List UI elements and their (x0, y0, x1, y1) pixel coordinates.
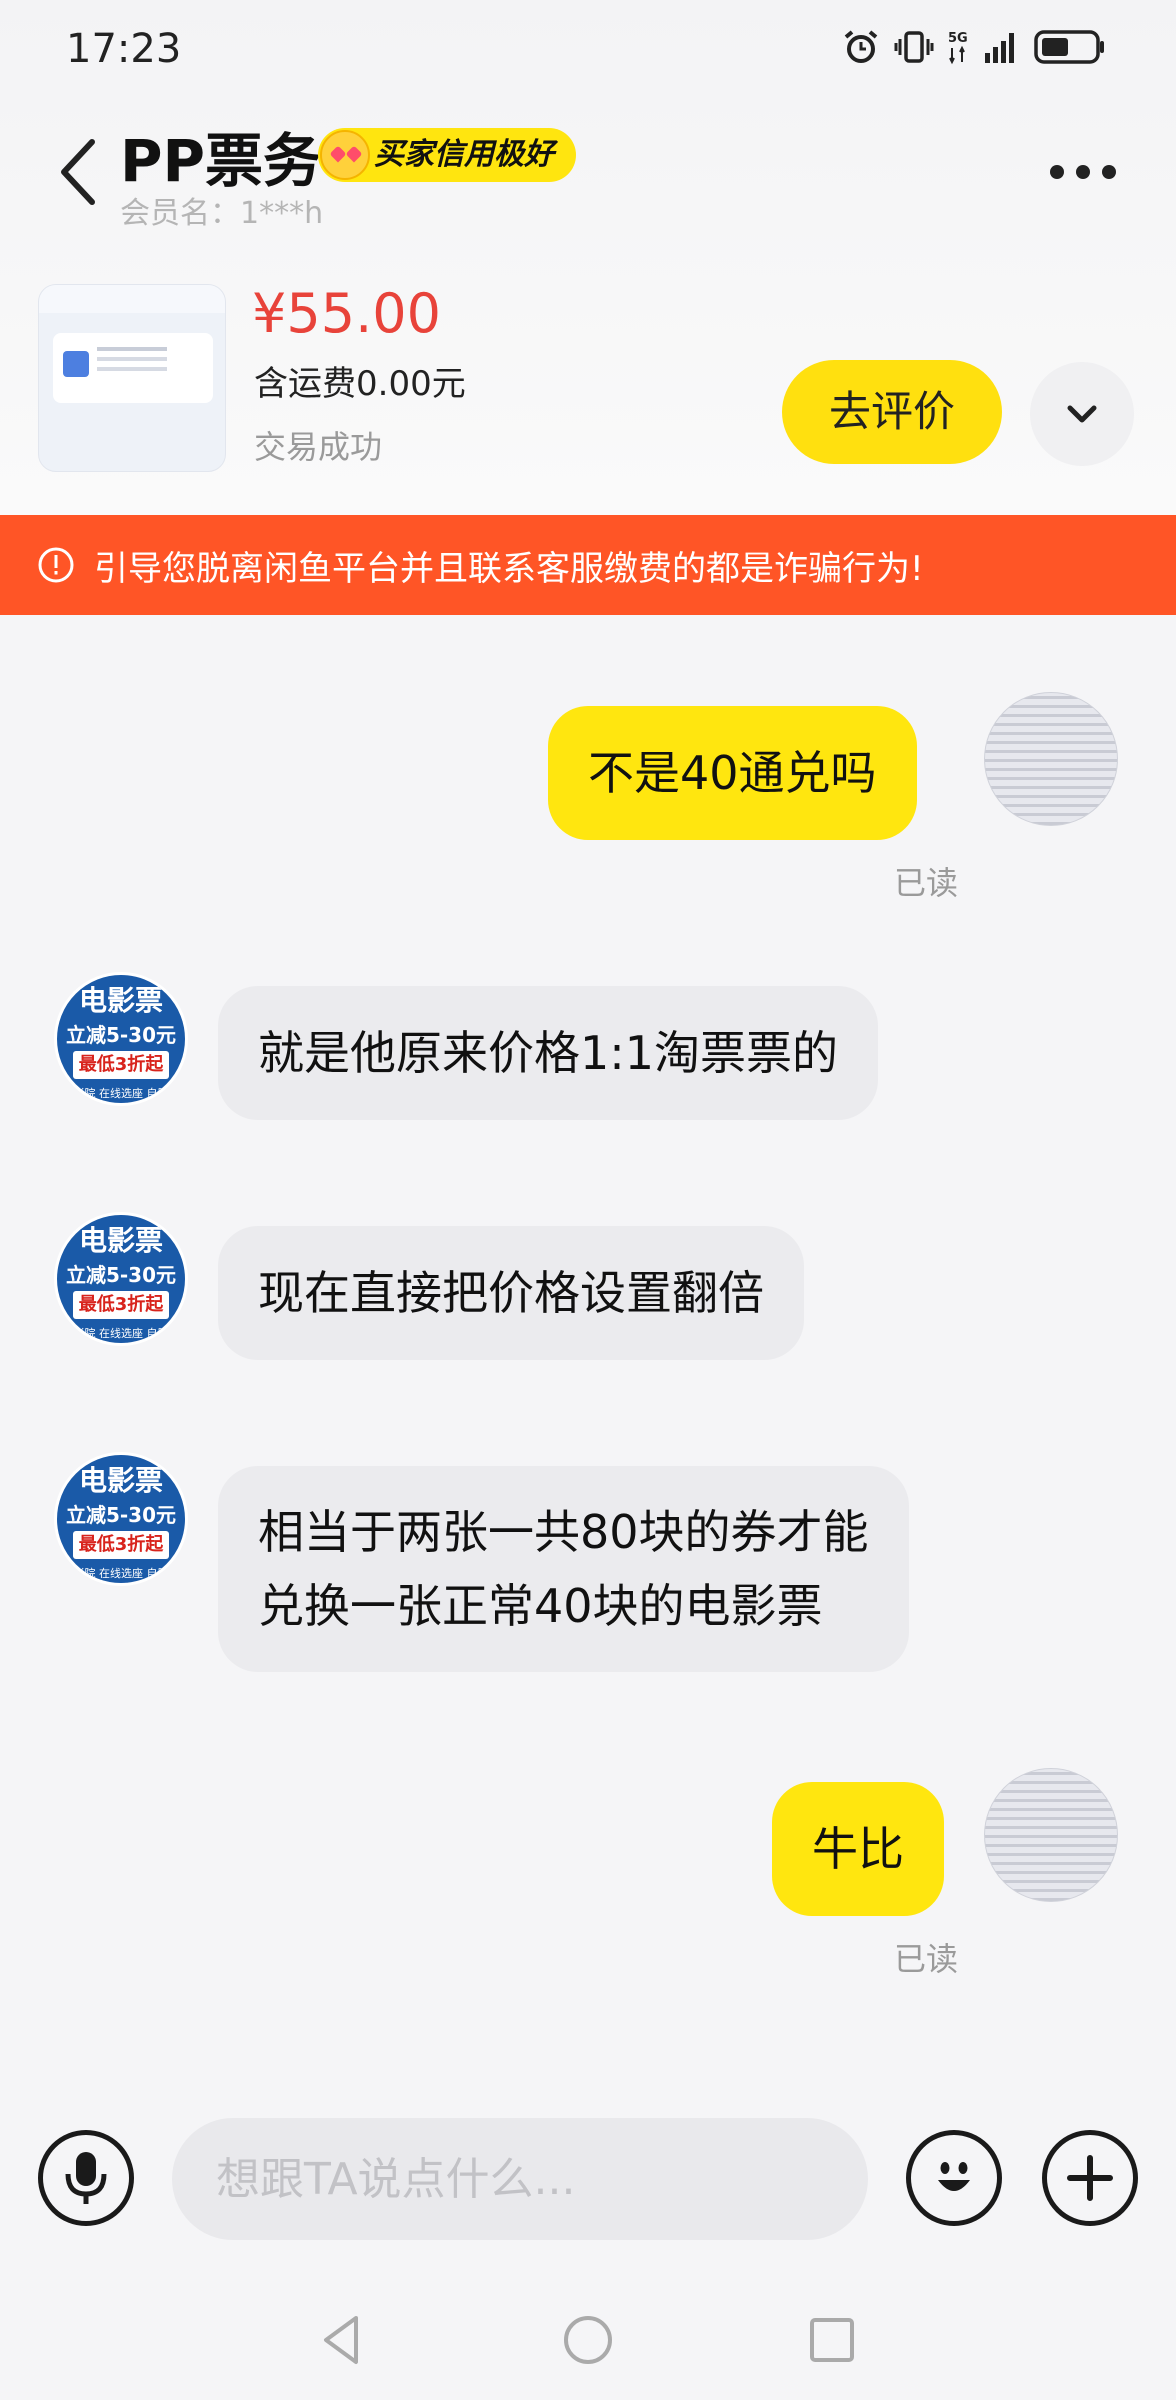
fraud-warning-text: 引导您脱离闲鱼平台并且联系客服缴费的都是诈骗行为! (94, 548, 924, 589)
product-price: ¥55.00 (252, 282, 441, 345)
nav-back-button[interactable] (312, 2310, 372, 2370)
back-button[interactable] (52, 132, 108, 212)
voice-button[interactable] (38, 2130, 134, 2226)
chat-bubble-received[interactable]: 相当于两张一共80块的券才能 兑换一张正常40块的电影票 (218, 1466, 909, 1672)
fraud-warning-bar: 引导您脱离闲鱼平台并且联系客服缴费的都是诈骗行为! (0, 515, 1176, 615)
battery-icon (1034, 28, 1106, 66)
back-triangle-icon (324, 2316, 358, 2364)
expand-button[interactable] (1030, 362, 1134, 466)
member-name: 会员名：1***h (120, 196, 324, 231)
message-input[interactable] (172, 2118, 868, 2240)
message-input-bar (0, 2100, 1176, 2260)
home-circle-icon (564, 2316, 612, 2364)
shop-avatar[interactable]: 电影票 立减5-30元 最低3折起 影院 在线选座 自助 (54, 1212, 188, 1346)
my-avatar[interactable] (984, 1768, 1118, 1902)
plus-icon (1067, 2155, 1113, 2201)
nav-recents-button[interactable] (802, 2310, 862, 2370)
signal-icon (984, 29, 1020, 65)
heart-eyes-emoji-icon (320, 130, 370, 180)
svg-text:5G: 5G (948, 31, 968, 46)
chat-bubble-sent[interactable]: 不是40通兑吗 (548, 706, 917, 840)
status-bar: 17:23 5G (0, 0, 1176, 100)
5g-icon: 5G (948, 28, 970, 66)
read-status: 已读 (894, 1940, 959, 1978)
message-line: 相当于两张一共80块的券才能 (258, 1505, 869, 1559)
alert-circle-icon (38, 547, 74, 583)
emoji-icon (938, 2162, 970, 2191)
status-time: 17:23 (66, 26, 182, 72)
recents-square-icon (810, 2318, 854, 2362)
credit-badge: 买家信用极好 (318, 128, 576, 182)
chevron-down-icon (1067, 405, 1097, 423)
trade-status: 交易成功 (254, 428, 383, 466)
alarm-icon (842, 28, 880, 66)
nav-home-button[interactable] (558, 2310, 618, 2370)
my-avatar[interactable] (984, 692, 1118, 826)
more-dots-icon (1050, 165, 1064, 179)
shop-name[interactable]: PP票务 (120, 114, 321, 198)
credit-badge-label: 买家信用极好 (374, 137, 554, 172)
chat-bubble-received[interactable]: 现在直接把价格设置翻倍 (218, 1226, 804, 1360)
vibrate-icon (894, 28, 934, 66)
chat-bubble-sent[interactable]: 牛比 (772, 1782, 944, 1916)
chevron-left-icon (61, 139, 95, 205)
plus-button[interactable] (1042, 2130, 1138, 2226)
message-line: 兑换一张正常40块的电影票 (258, 1579, 823, 1633)
shop-avatar[interactable]: 电影票 立减5-30元 最低3折起 影院 在线选座 自助 (54, 972, 188, 1106)
shipping-fee: 含运费0.00元 (254, 364, 466, 404)
shop-avatar[interactable]: 电影票 立减5-30元 最低3折起 影院 在线选座 自助 (54, 1452, 188, 1586)
product-thumbnail[interactable] (38, 284, 226, 472)
microphone-icon (65, 2152, 107, 2204)
system-nav-bar (0, 2280, 1176, 2400)
status-icons: 5G (842, 28, 1106, 66)
read-status: 已读 (894, 864, 959, 902)
more-button[interactable] (1050, 150, 1124, 194)
review-button[interactable]: 去评价 (782, 360, 1002, 464)
emoji-button[interactable] (906, 2130, 1002, 2226)
chat-bubble-received[interactable]: 就是他原来价格1:1淘票票的 (218, 986, 879, 1120)
